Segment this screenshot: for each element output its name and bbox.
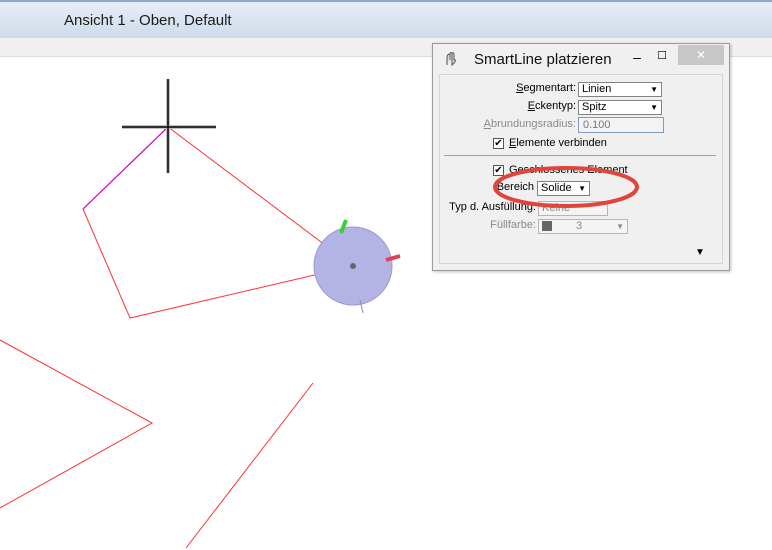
smartline-tool-icon [446,52,456,67]
bereich-value: Solide [541,182,572,194]
abrundungsradius-input[interactable]: 0.100 [578,117,664,133]
segmentart-value: Linien [582,83,612,95]
bereich-dropdown[interactable]: Solide ▼ [537,181,590,196]
bereich-label: Bereich [496,181,534,193]
maximize-button[interactable]: ☐ [655,47,669,67]
expand-arrow-icon[interactable]: ▼ [695,247,705,258]
element-line-left[interactable] [0,339,154,509]
close-button[interactable]: ✕ [678,45,724,65]
chevron-down-icon: ▼ [650,103,658,112]
eckentyp-value: Spitz [582,101,607,113]
fuellfarbe-value: 3 [576,220,583,232]
chevron-down-icon: ▼ [616,222,624,231]
color-swatch [542,221,552,232]
active-segment [82,126,169,210]
segmentart-label: Segmentart: [516,82,576,94]
fuellfarbe-label: Füllfarbe: [490,219,536,231]
chevron-down-icon: ▼ [650,85,658,94]
typ-ausfuellung-label: Typ d. Ausfüllung: [449,201,536,213]
abrundungsradius-label: Abrundungsradius: [483,118,576,130]
elemente-verbinden-checkbox[interactable]: ✔ [493,138,504,149]
crosshair-cursor [122,79,216,173]
smartline-shape[interactable] [82,126,355,319]
dialog-body: Segmentart: Linien ▼ Eckentyp: Spitz ▼ A… [439,74,723,264]
elemente-verbinden-label: Elemente verbinden [509,137,607,149]
eckentyp-dropdown[interactable]: Spitz ▼ [578,100,662,115]
geschlossenes-element-checkbox[interactable]: ✔ [493,165,504,176]
smartline-dialog: SmartLine platzieren – ☐ ✕ Segmentart: L… [432,43,730,271]
segmentart-dropdown[interactable]: Linien ▼ [578,82,662,97]
fuellfarbe-dropdown[interactable]: 3 ▼ [538,219,628,234]
element-line-bottom[interactable] [185,382,314,549]
typ-ausfuellung-value: Keine [542,202,571,214]
minimize-button[interactable]: – [630,47,644,67]
dialog-title: SmartLine platzieren [474,51,612,68]
geschlossenes-element-label: Geschlossenes Element [509,164,628,176]
dialog-title-bar[interactable]: SmartLine platzieren – ☐ ✕ [433,44,729,74]
eckentyp-label: Eckentyp: [527,100,576,112]
section-divider [444,155,716,156]
chevron-down-icon: ▼ [578,184,586,193]
accudraw-compass[interactable] [313,219,401,314]
typ-ausfuellung-dropdown[interactable]: Keine [538,201,608,216]
